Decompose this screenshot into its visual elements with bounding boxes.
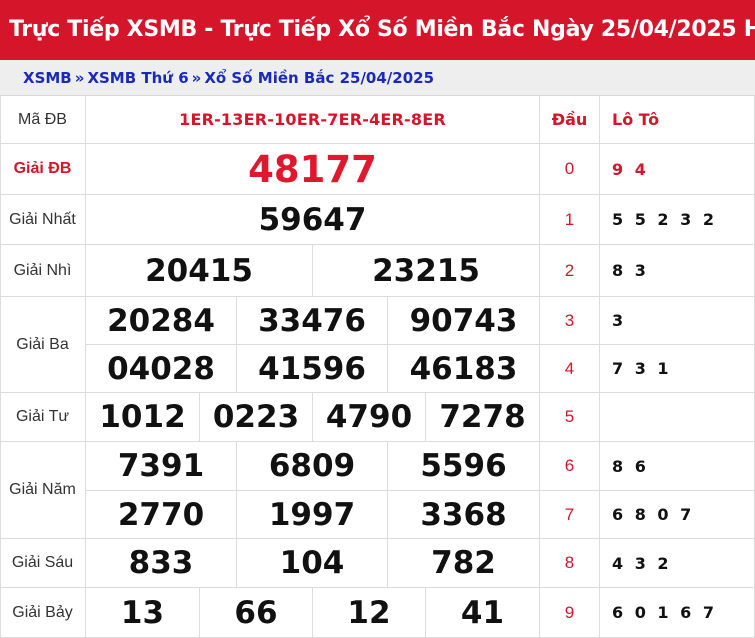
prize-3-number: 46183 xyxy=(388,345,540,393)
loto-dau: 1 xyxy=(540,195,600,245)
prize-7-number: 13 xyxy=(86,588,200,638)
prize-db-number: 48177 xyxy=(86,144,540,195)
prize-5-number: 3368 xyxy=(388,491,540,539)
prize-4-number: 7278 xyxy=(426,393,540,442)
prize-5-number: 2770 xyxy=(86,491,237,539)
prize-1-label: Giải Nhất xyxy=(0,195,86,245)
prize-5-number: 7391 xyxy=(86,442,237,491)
loto-dau: 6 xyxy=(540,442,600,491)
breadcrumb-separator: » xyxy=(74,69,85,87)
prize-7-label: Giải Bảy xyxy=(0,588,86,638)
prize-5-number: 6809 xyxy=(237,442,388,491)
breadcrumb-separator: » xyxy=(191,69,202,87)
prize-2-number: 20415 xyxy=(86,245,313,297)
prize-2-label: Giải Nhì xyxy=(0,245,86,297)
prize-db-label: Giải ĐB xyxy=(0,144,86,195)
ma-db-label: Mã ĐB xyxy=(0,96,86,144)
loto-values: 9 4 xyxy=(600,144,755,195)
prize-6-number: 782 xyxy=(388,539,540,588)
loto-values: 8 3 xyxy=(600,245,755,297)
loto-dau: 0 xyxy=(540,144,600,195)
loto-values: 3 xyxy=(600,297,755,345)
prize-3-label: Giải Ba xyxy=(0,297,86,393)
prize-3-number: 04028 xyxy=(86,345,237,393)
loto-values xyxy=(600,393,755,442)
prize-5-number: 5596 xyxy=(388,442,540,491)
prize-6-number: 833 xyxy=(86,539,237,588)
loto-values: 6 0 1 6 7 xyxy=(600,588,755,638)
ma-db-value: 1ER-13ER-10ER-7ER-4ER-8ER xyxy=(86,96,540,144)
prize-4-number: 1012 xyxy=(86,393,200,442)
prize-3-number: 41596 xyxy=(237,345,388,393)
loto-values: 6 8 0 7 xyxy=(600,491,755,539)
prize-7-number: 12 xyxy=(313,588,426,638)
prize-3-number: 33476 xyxy=(237,297,388,345)
prize-6-label: Giải Sáu xyxy=(0,539,86,588)
loto-dau: 8 xyxy=(540,539,600,588)
breadcrumb-link-date[interactable]: Xổ Số Miền Bắc 25/04/2025 xyxy=(204,69,434,87)
loto-dau: 2 xyxy=(540,245,600,297)
prize-4-number: 0223 xyxy=(200,393,313,442)
loto-values: 5 5 2 3 2 xyxy=(600,195,755,245)
prize-1-number: 59647 xyxy=(86,195,540,245)
results-table: Mã ĐB 1ER-13ER-10ER-7ER-4ER-8ER Giải ĐB … xyxy=(0,96,755,638)
prize-4-number: 4790 xyxy=(313,393,426,442)
loto-dau: 9 xyxy=(540,588,600,638)
breadcrumb: XSMB» XSMB Thứ 6» Xổ Số Miền Bắc 25/04/202… xyxy=(0,60,755,96)
loto-dau: 5 xyxy=(540,393,600,442)
loto-head-loto: Lô Tô xyxy=(600,96,755,144)
loto-head-dau: Đầu xyxy=(540,96,600,144)
prize-7-number: 41 xyxy=(426,588,540,638)
prize-5-label: Giải Năm xyxy=(0,442,86,539)
prize-3-number: 90743 xyxy=(388,297,540,345)
prize-2-number: 23215 xyxy=(313,245,540,297)
loto-values: 7 3 1 xyxy=(600,345,755,393)
loto-values: 4 3 2 xyxy=(600,539,755,588)
loto-dau: 4 xyxy=(540,345,600,393)
loto-values: 8 6 xyxy=(600,442,755,491)
loto-dau: 7 xyxy=(540,491,600,539)
prize-7-number: 66 xyxy=(200,588,313,638)
prize-3-number: 20284 xyxy=(86,297,237,345)
prize-5-number: 1997 xyxy=(237,491,388,539)
breadcrumb-link-xsmb-thu-6[interactable]: XSMB Thứ 6 xyxy=(87,69,188,87)
prize-6-number: 104 xyxy=(237,539,388,588)
breadcrumb-link-xsmb[interactable]: XSMB xyxy=(23,69,72,87)
page-title: Trực Tiếp XSMB - Trực Tiếp Xổ Số Miền Bắ… xyxy=(0,0,755,60)
prize-4-label: Giải Tư xyxy=(0,393,86,442)
loto-dau: 3 xyxy=(540,297,600,345)
